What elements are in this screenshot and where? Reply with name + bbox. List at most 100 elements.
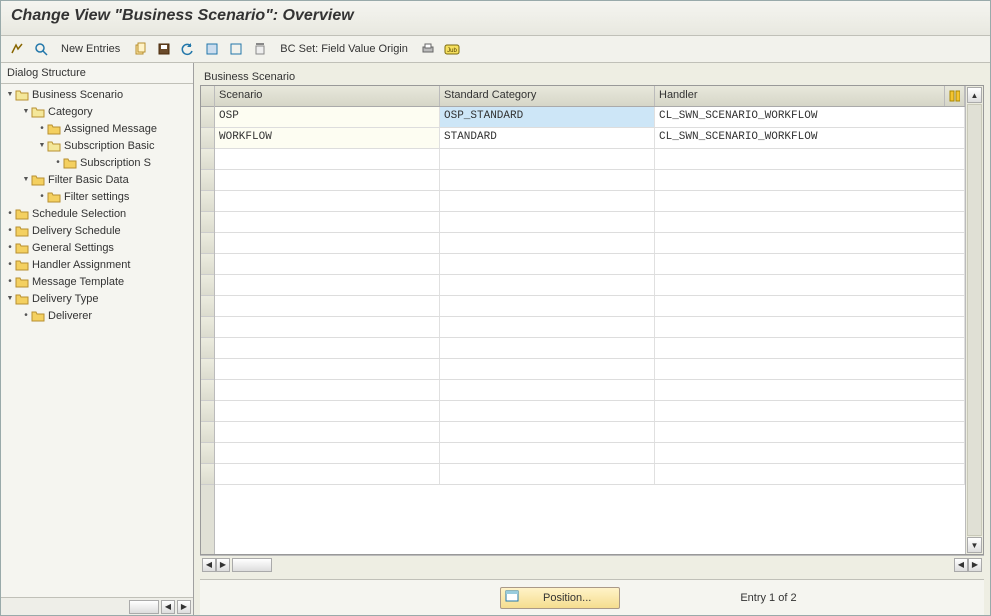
table-row[interactable]	[215, 443, 965, 464]
cell[interactable]	[215, 170, 440, 190]
table-row[interactable]	[215, 359, 965, 380]
tree-item[interactable]: •Filter settings	[1, 188, 193, 205]
grid-body[interactable]: OSPOSP_STANDARDCL_SWN_SCENARIO_WORKFLOWW…	[215, 107, 965, 554]
column-header-handler[interactable]: Handler	[655, 86, 945, 106]
expand-icon[interactable]: ▼	[21, 176, 31, 183]
tree[interactable]: ▼Business Scenario▼Category•Assigned Mes…	[1, 84, 193, 597]
column-header-standard-category[interactable]: Standard Category	[440, 86, 655, 106]
table-row[interactable]	[215, 254, 965, 275]
expand-icon[interactable]: •	[5, 242, 15, 253]
cell[interactable]: OSP_STANDARD	[440, 107, 655, 127]
cell[interactable]	[440, 212, 655, 232]
cell[interactable]	[440, 359, 655, 379]
configure-columns-icon[interactable]	[945, 86, 965, 106]
expand-icon[interactable]: •	[53, 157, 63, 168]
row-selector[interactable]	[201, 128, 214, 149]
tree-item[interactable]: ▼Category	[1, 103, 193, 120]
tree-item[interactable]: •Delivery Schedule	[1, 222, 193, 239]
row-selector[interactable]	[201, 107, 214, 128]
row-selector[interactable]	[201, 149, 214, 170]
tree-item[interactable]: •Message Template	[1, 273, 193, 290]
tree-item[interactable]: •Deliverer	[1, 307, 193, 324]
cell[interactable]	[440, 422, 655, 442]
tree-item[interactable]: ▼Delivery Type	[1, 290, 193, 307]
cell[interactable]	[655, 275, 965, 295]
cell[interactable]	[440, 296, 655, 316]
delete-icon[interactable]	[250, 39, 270, 59]
table-row[interactable]	[215, 275, 965, 296]
cell[interactable]	[655, 149, 965, 169]
cell[interactable]	[655, 401, 965, 421]
cell[interactable]	[440, 443, 655, 463]
expand-icon[interactable]: •	[5, 276, 15, 287]
hscroll-right2-icon[interactable]: ▶	[968, 558, 982, 572]
print-icon[interactable]	[418, 39, 438, 59]
hscroll-thumb[interactable]	[129, 600, 159, 614]
row-selector[interactable]	[201, 443, 214, 464]
cell[interactable]	[440, 149, 655, 169]
row-selector[interactable]	[201, 212, 214, 233]
cell[interactable]	[655, 296, 965, 316]
cell[interactable]	[215, 338, 440, 358]
cell[interactable]: STANDARD	[440, 128, 655, 148]
table-row[interactable]	[215, 422, 965, 443]
cell[interactable]	[655, 338, 965, 358]
table-row[interactable]: WORKFLOWSTANDARDCL_SWN_SCENARIO_WORKFLOW	[215, 128, 965, 149]
vertical-scrollbar[interactable]: ▲ ▼	[965, 86, 983, 554]
cell[interactable]	[655, 380, 965, 400]
new-entries-button[interactable]: New Entries	[55, 39, 126, 59]
cell[interactable]	[440, 191, 655, 211]
cell[interactable]	[655, 191, 965, 211]
table-row[interactable]	[215, 464, 965, 485]
cell[interactable]	[440, 254, 655, 274]
tree-item[interactable]: ▼Filter Basic Data	[1, 171, 193, 188]
expand-icon[interactable]: •	[37, 123, 47, 134]
table-row[interactable]	[215, 233, 965, 254]
cell[interactable]: CL_SWN_SCENARIO_WORKFLOW	[655, 107, 965, 127]
position-button[interactable]: Position...	[500, 587, 620, 609]
toggle-display-icon[interactable]	[7, 39, 27, 59]
cell[interactable]: OSP	[215, 107, 440, 127]
row-selector[interactable]	[201, 338, 214, 359]
cell[interactable]	[440, 317, 655, 337]
expand-icon[interactable]: ▼	[21, 108, 31, 115]
row-selector[interactable]	[201, 254, 214, 275]
cell[interactable]	[215, 422, 440, 442]
cell[interactable]	[215, 212, 440, 232]
table-row[interactable]	[215, 191, 965, 212]
table-row[interactable]	[215, 170, 965, 191]
table-row[interactable]	[215, 317, 965, 338]
table-row[interactable]	[215, 296, 965, 317]
hscroll-thumb[interactable]	[232, 558, 272, 572]
expand-icon[interactable]: •	[21, 310, 31, 321]
horizontal-scrollbar[interactable]: ◀ ▶ ◀ ▶	[200, 555, 984, 573]
cell[interactable]	[655, 443, 965, 463]
cell[interactable]	[215, 149, 440, 169]
table-row[interactable]	[215, 212, 965, 233]
table-row[interactable]	[215, 338, 965, 359]
cell[interactable]	[440, 464, 655, 484]
row-selector[interactable]	[201, 380, 214, 401]
cell[interactable]	[215, 443, 440, 463]
tree-item[interactable]: •Assigned Message	[1, 120, 193, 137]
cell[interactable]	[215, 191, 440, 211]
sidebar-hscroll[interactable]: ◀ ▶	[1, 597, 193, 615]
cell[interactable]	[215, 380, 440, 400]
cell[interactable]	[215, 233, 440, 253]
row-selector[interactable]	[201, 317, 214, 338]
bcset-label[interactable]: BC Set: Field Value Origin	[274, 39, 414, 59]
tree-item[interactable]: •General Settings	[1, 239, 193, 256]
undo-icon[interactable]	[178, 39, 198, 59]
cell[interactable]	[655, 212, 965, 232]
expand-icon[interactable]: •	[37, 191, 47, 202]
cell[interactable]: CL_SWN_SCENARIO_WORKFLOW	[655, 128, 965, 148]
cell[interactable]: WORKFLOW	[215, 128, 440, 148]
tree-item[interactable]: •Subscription S	[1, 154, 193, 171]
row-selector-header[interactable]	[201, 86, 214, 107]
cell[interactable]	[440, 338, 655, 358]
cell[interactable]	[215, 275, 440, 295]
cell[interactable]	[215, 359, 440, 379]
cell[interactable]	[440, 233, 655, 253]
cell[interactable]	[215, 296, 440, 316]
row-selector[interactable]	[201, 296, 214, 317]
